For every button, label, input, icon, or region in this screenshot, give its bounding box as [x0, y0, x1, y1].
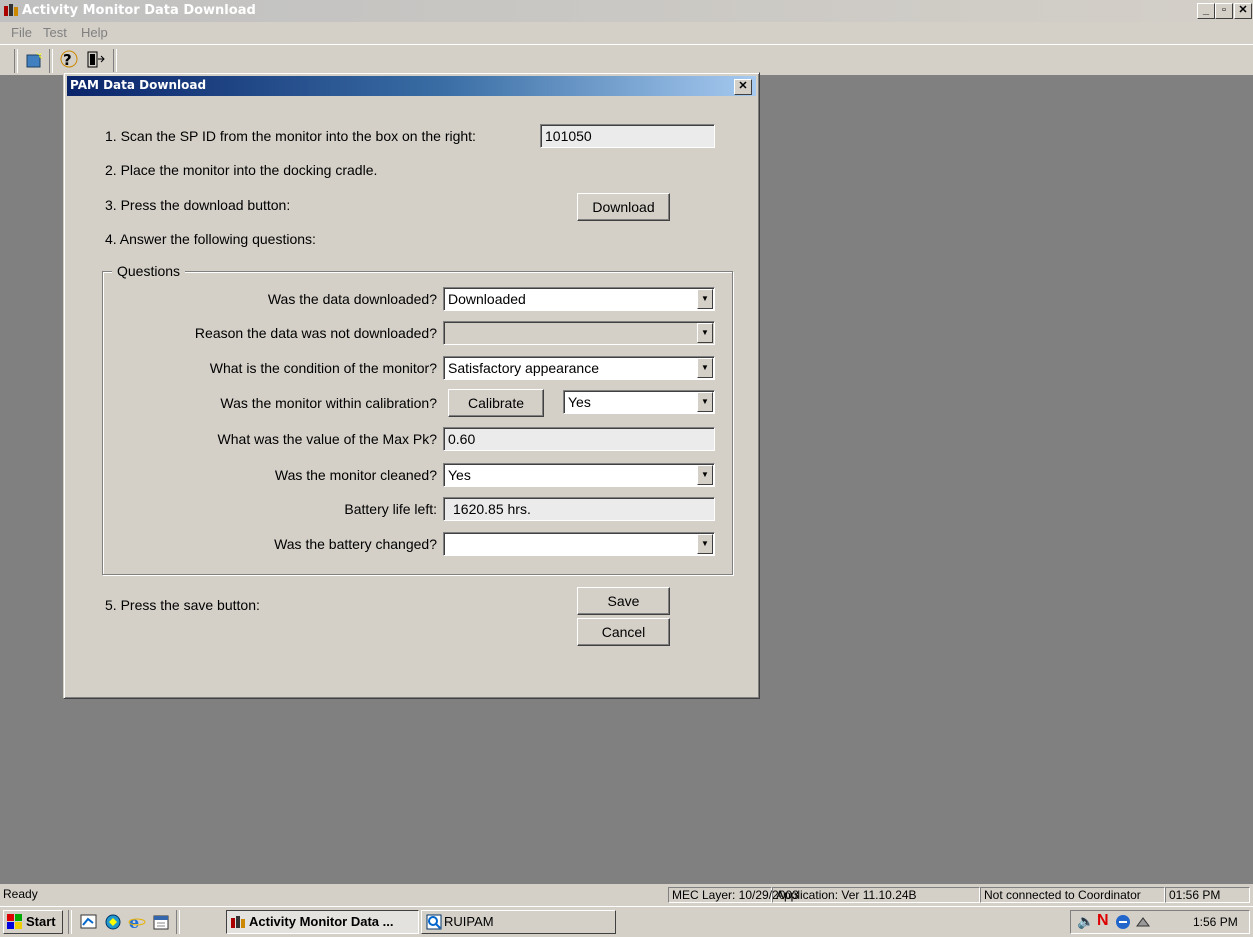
volume-icon[interactable]: 🔈	[1077, 913, 1094, 930]
toolbar-separator	[49, 49, 53, 73]
step4-label: 4. Answer the following questions:	[105, 231, 316, 247]
network-icon	[1116, 915, 1130, 929]
taskbar-ruipam-label: RUIPAM	[444, 914, 494, 929]
battery-changed-label: Was the battery changed?	[274, 536, 437, 552]
menu-bar: File Test Help	[0, 22, 1253, 44]
system-tray: 🔈 N 1:56 PM	[1070, 910, 1250, 934]
taskbar-separator	[68, 910, 72, 934]
calibrate-button[interactable]: Calibrate	[448, 389, 544, 417]
step5-label: 5. Press the save button:	[105, 597, 260, 613]
internet-explorer-icon[interactable]: e	[128, 913, 146, 934]
chevron-down-icon[interactable]: ▼	[697, 534, 713, 554]
max-pk-label: What was the value of the Max Pk?	[217, 431, 437, 447]
start-button[interactable]: Start	[3, 910, 63, 934]
cleaned-label: Was the monitor cleaned?	[274, 467, 437, 483]
taskbar: Start e Activity Monitor Data ... RUIPAM…	[0, 906, 1253, 937]
save-button[interactable]: Save	[577, 587, 670, 615]
window-title-bar: Activity Monitor Data Download _ ▫ ✕	[0, 0, 1253, 22]
step1-label: 1. Scan the SP ID from the monitor into …	[105, 128, 476, 144]
start-label: Start	[26, 914, 56, 929]
dialog-close-button[interactable]: ✕	[734, 79, 752, 95]
cancel-button[interactable]: Cancel	[577, 618, 670, 646]
downloaded-label: Was the data downloaded?	[267, 291, 437, 307]
chevron-down-icon[interactable]: ▼	[697, 392, 713, 412]
mec-layer-panel: MEC Layer: 10/29/2003	[668, 887, 799, 903]
questions-legend: Questions	[112, 263, 186, 279]
status-bar: Ready MEC Layer: 10/29/2003 Application:…	[0, 884, 1253, 906]
dialog-title-bar: PAM Data Download ✕	[67, 76, 756, 96]
clock: 1:56 PM	[1193, 915, 1238, 929]
sp-id-field[interactable]: 101050	[540, 124, 715, 148]
close-button[interactable]: ✕	[1234, 3, 1252, 19]
taskbar-activity-monitor-label: Activity Monitor Data ...	[249, 914, 394, 929]
cancel-button-label: Cancel	[601, 624, 646, 640]
battery-life-label: Battery life left:	[344, 501, 437, 517]
calibration-label: Was the monitor within calibration?	[220, 395, 437, 411]
chevron-down-icon[interactable]: ▼	[697, 358, 713, 378]
taskbar-separator	[176, 910, 180, 934]
toolbar-separator	[14, 49, 18, 73]
menu-test[interactable]: Test	[43, 25, 67, 40]
calibration-value: Yes	[568, 394, 591, 410]
minimize-button[interactable]: _	[1197, 3, 1215, 19]
reason-select[interactable]: ▼	[443, 321, 715, 345]
toolbar-separator	[113, 49, 117, 73]
condition-value: Satisfactory appearance	[448, 360, 599, 376]
outlook-icon[interactable]	[104, 913, 122, 934]
download-button-label: Download	[592, 199, 655, 215]
exit-icon[interactable]	[84, 49, 106, 71]
svg-text:e: e	[129, 913, 139, 931]
app-icon	[4, 4, 18, 17]
questions-group	[102, 271, 733, 575]
downloaded-value: Downloaded	[448, 291, 526, 307]
show-desktop-icon[interactable]	[80, 913, 98, 934]
download-button[interactable]: Download	[577, 193, 670, 221]
downloaded-select[interactable]: Downloaded ▼	[443, 287, 715, 311]
dialog-title: PAM Data Download	[70, 78, 207, 92]
step3-label: 3. Press the download button:	[105, 197, 291, 213]
calibration-select[interactable]: Yes ▼	[563, 390, 715, 414]
connection-panel: Not connected to Coordinator	[980, 887, 1165, 903]
step2-label: 2. Place the monitor into the docking cr…	[105, 162, 378, 178]
ruipam-icon	[426, 914, 442, 930]
app-icon	[231, 916, 245, 928]
status-time-panel: 01:56 PM	[1165, 887, 1250, 903]
connection-icon	[1136, 917, 1150, 927]
save-button-label: Save	[607, 593, 640, 609]
condition-label: What is the condition of the monitor?	[209, 360, 437, 376]
max-pk-field[interactable]: 0.60	[443, 427, 715, 451]
pam-data-download-dialog: PAM Data Download ✕ 1. Scan the SP ID fr…	[63, 72, 760, 699]
status-text: Ready	[3, 887, 38, 901]
battery-life-field: 1620.85 hrs.	[443, 497, 715, 521]
calendar-icon[interactable]	[152, 913, 170, 934]
svg-text:?: ?	[63, 51, 72, 69]
menu-file[interactable]: File	[11, 25, 32, 40]
maximize-button[interactable]: ▫	[1215, 3, 1233, 19]
taskbar-activity-monitor[interactable]: Activity Monitor Data ...	[226, 910, 419, 934]
menu-help[interactable]: Help	[81, 25, 108, 40]
window-title: Activity Monitor Data Download	[22, 3, 256, 18]
battery-changed-select[interactable]: ▼	[443, 532, 715, 556]
reason-label: Reason the data was not downloaded?	[194, 325, 437, 341]
taskbar-ruipam[interactable]: RUIPAM	[421, 910, 616, 934]
cleaned-value: Yes	[448, 467, 471, 483]
condition-select[interactable]: Satisfactory appearance ▼	[443, 356, 715, 380]
calibrate-button-label: Calibrate	[467, 395, 525, 411]
application-version-panel: Application: Ver 11.10.24B	[772, 887, 980, 903]
cleaned-select[interactable]: Yes ▼	[443, 463, 715, 487]
new-icon[interactable]	[23, 49, 45, 71]
norton-icon[interactable]: N	[1097, 912, 1109, 930]
help-icon[interactable]: ?	[58, 49, 80, 71]
chevron-down-icon[interactable]: ▼	[697, 289, 713, 309]
windows-logo-icon	[7, 914, 22, 929]
chevron-down-icon[interactable]: ▼	[697, 323, 713, 343]
chevron-down-icon[interactable]: ▼	[697, 465, 713, 485]
